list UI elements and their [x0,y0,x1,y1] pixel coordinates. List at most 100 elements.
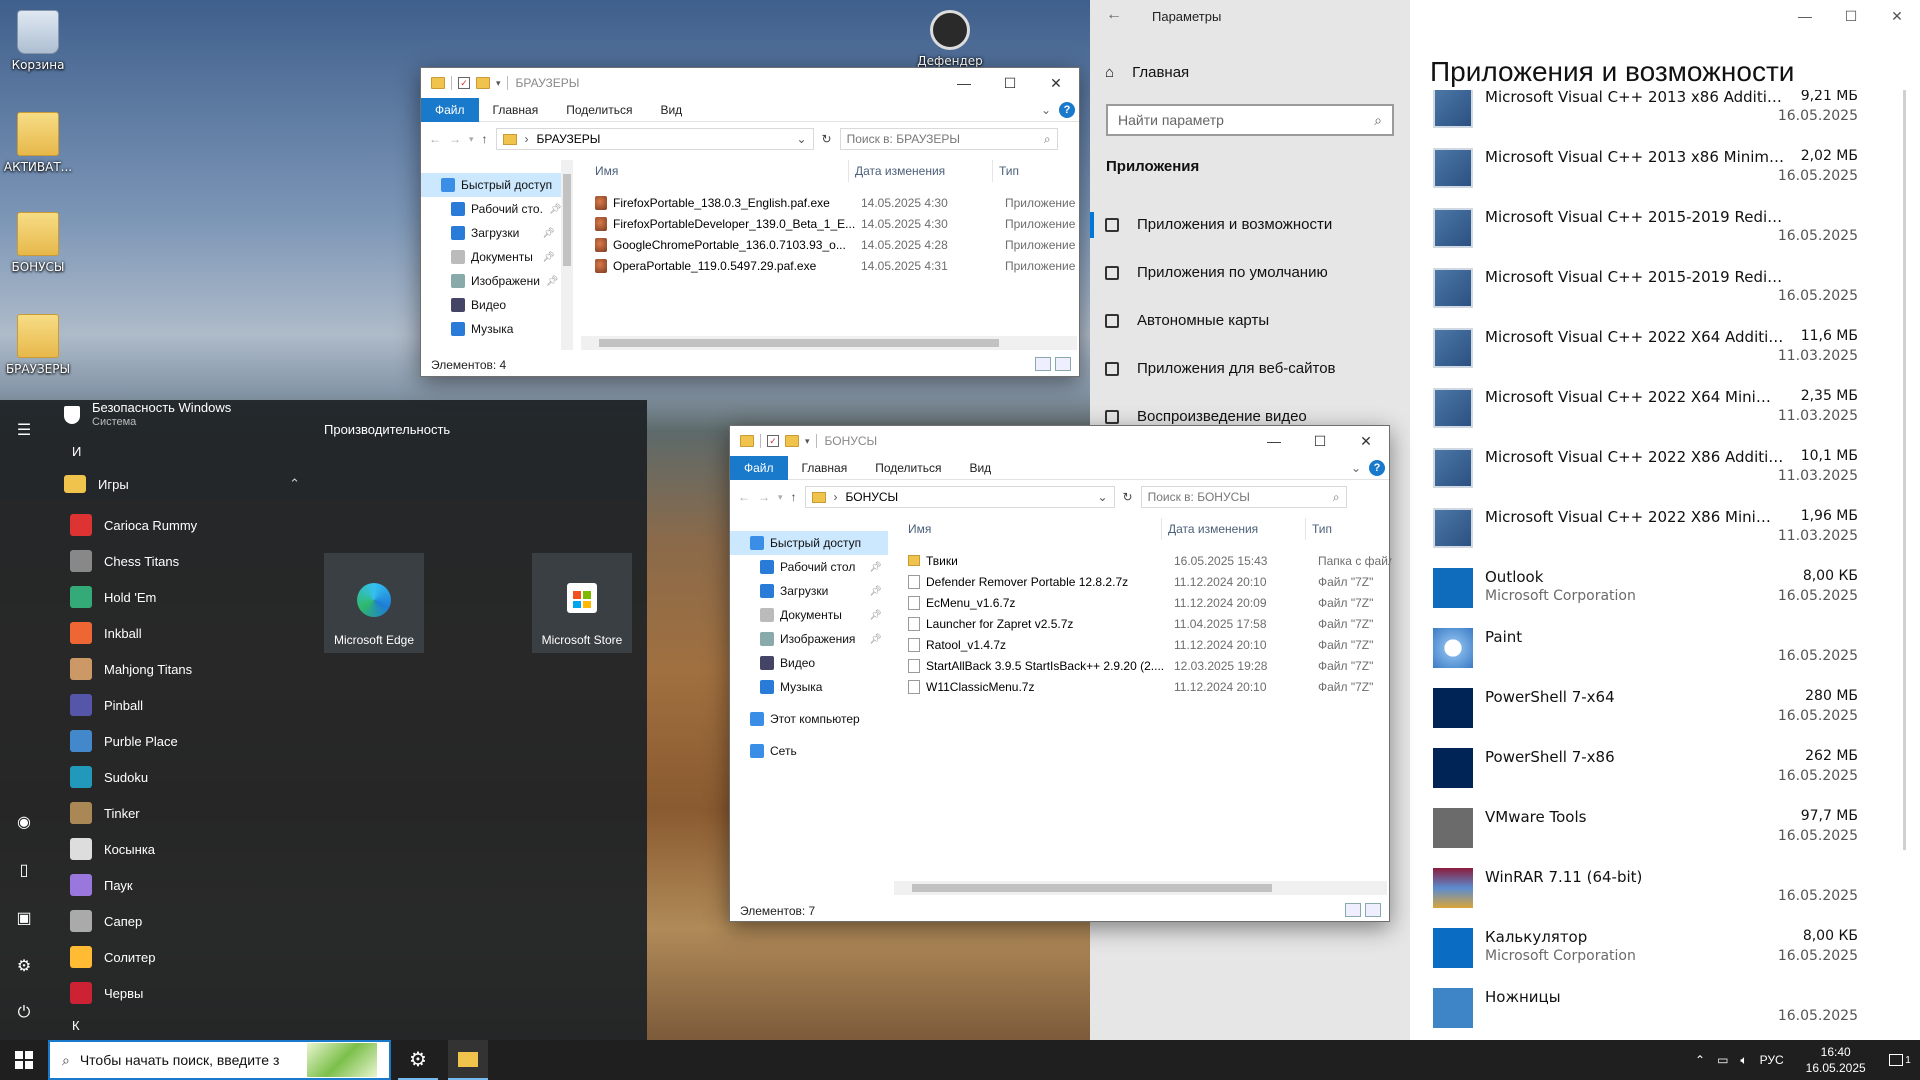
maximize-button[interactable]: ☐ [1297,426,1343,456]
app-size: 280 МБ [1805,688,1858,704]
nav-item[interactable]: Изображения 📌︎ [730,627,888,651]
app-install-date: 16.05.2025 [1777,648,1858,664]
column-name[interactable]: Имя [902,518,1162,540]
paint-icon [1433,628,1473,668]
column-type[interactable]: Тип [1306,518,1386,540]
start-button[interactable] [0,1040,48,1080]
refresh-button[interactable]: ↻ [1123,490,1133,504]
action-center-button[interactable]: 1 [1880,1040,1920,1080]
search-input[interactable]: Поиск в: БОНУСЫ ⌕ [1140,486,1347,508]
app-name: Microsoft Visual C++ 2022 X86 Additional… [1485,448,1785,466]
app-list-item[interactable]: Microsoft Visual C++ 2022 X86 Minimum Ru… [1433,504,1858,564]
minimize-button[interactable]: — [1251,426,1297,456]
nav-item[interactable]: Сеть [730,739,888,763]
chevron-up-icon[interactable]: ⌃ [1695,1053,1705,1067]
file-row[interactable]: Defender Remover Portable 12.8.2.7z 11.12… [908,571,1392,592]
nav-item[interactable]: Этот компьютер [730,707,888,731]
file-type: Файл "7Z" [1318,637,1374,652]
horizontal-scrollbar[interactable] [894,881,1387,895]
language-indicator[interactable]: РУС [1760,1053,1784,1067]
app-install-date: 11.03.2025 [1777,348,1858,364]
recent-locations-icon[interactable]: ▾ [778,492,783,503]
customize-toolbar-icon[interactable]: ▾ [805,436,810,447]
customize-toolbar-icon[interactable]: ▾ [496,78,501,89]
app-list-item[interactable]: Microsoft Visual C++ 2022 X64 Minimum Ru… [1433,384,1858,444]
ribbon-tab-view[interactable]: Вид [955,461,1005,475]
archive-icon [908,616,920,631]
settings-home[interactable]: ⌂ Главная [1105,64,1189,81]
up-button[interactable]: ↑ [791,490,797,504]
back-button[interactable]: ← [738,490,750,504]
nav-item[interactable]: Быстрый доступ [730,531,888,555]
chevron-down-icon[interactable]: ⌄ [1097,490,1107,504]
back-arrow-icon[interactable]: ← [1106,6,1122,24]
app-name: Ножницы [1485,988,1561,1006]
file-row[interactable]: W11ClassicMenu.7z 11.12.2024 20:10 Файл "7… [908,676,1392,697]
app-list-item[interactable]: PowerShell 7-x86 262 МБ 16.05.2025 [1433,744,1858,804]
close-button[interactable]: ✕ [1343,426,1389,456]
app-install-date: 16.05.2025 [1777,768,1858,784]
recycle-bin-icon [17,10,59,54]
app-list-item[interactable]: Microsoft Visual C++ 2015-2019 Redistrib… [1433,204,1858,264]
app-list-item[interactable]: WinRAR 7.11 (64-bit) 16.05.2025 [1433,864,1858,924]
app-list-item[interactable]: Ножницы 16.05.2025 [1433,984,1858,1040]
app-list-item[interactable]: Microsoft Visual C++ 2013 x86 Minimum Ru… [1433,144,1858,204]
nav-item[interactable]: Рабочий стол 📌︎ [730,555,888,579]
ribbon-tab-home[interactable]: Главная [788,461,862,475]
desktop-icon-recycle-bin[interactable]: Корзина [0,10,76,72]
app-size: 2,02 МБ [1800,148,1858,164]
nav-item[interactable]: Загрузки 📌︎ [730,579,888,603]
pin-icon: 📌︎ [869,585,882,597]
app-list-item[interactable]: Paint 16.05.2025 [1433,624,1858,684]
clock[interactable]: 16:40 16.05.2025 [1806,1044,1866,1076]
app-name: Paint [1485,628,1523,646]
file-row[interactable]: EcMenu_v1.6.7z 11.12.2024 20:09 Файл "7Z" [908,592,1392,613]
ribbon-tab-file[interactable]: Файл [730,455,788,480]
forward-button[interactable]: → [758,490,770,504]
app-list-item[interactable]: Microsoft Visual C++ 2022 X64 Additional… [1433,324,1858,384]
details-view-button[interactable] [1345,903,1361,917]
new-folder-icon[interactable] [476,77,490,89]
help-icon[interactable]: ? [1369,459,1385,476]
file-name: EcMenu_v1.6.7z [926,595,1016,610]
properties-icon[interactable]: ✓ [767,435,779,447]
file-row[interactable]: Launcher for Zapret v2.5.7z 11.04.2025 17… [908,613,1392,634]
ribbon-tab-share[interactable]: Поделиться [861,461,955,475]
folder-icon [431,77,445,89]
app-list-item[interactable]: VMware Tools 97,7 МБ 16.05.2025 [1433,804,1858,864]
taskbar-search-box[interactable]: ⌕ Чтобы начать поиск, введите з [48,1040,391,1080]
file-row[interactable]: StartAllBack 3.9.5 StartIsBack++ 2.9.20 … [908,655,1392,676]
desktop-icon-defender[interactable]: Дефендер [912,10,988,68]
app-list-item[interactable]: Калькулятор Microsoft Corporation 8,00 КБ 1… [1433,924,1858,984]
app-list-item[interactable]: Microsoft Visual C++ 2022 X86 Additional… [1433,444,1858,504]
settings-taskbar-button[interactable]: ⚙ [398,1040,438,1080]
file-type: Файл "7Z" [1318,679,1374,694]
new-folder-icon[interactable] [785,435,799,447]
network-icon[interactable]: ▭ [1717,1053,1728,1067]
app-list-item[interactable]: PowerShell 7-x64 280 МБ 16.05.2025 [1433,684,1858,744]
expand-ribbon-icon[interactable]: ⌄ [1351,461,1361,475]
column-date[interactable]: Дата изменения [1162,518,1306,540]
nav-item[interactable]: Видео [730,651,888,675]
file-explorer-taskbar-button[interactable] [448,1040,488,1080]
app-list-item[interactable]: Microsoft Visual C++ 2013 x86 Additional… [1433,90,1858,144]
properties-icon[interactable]: ✓ [458,77,470,89]
maximize-button[interactable]: ☐ [1828,0,1874,25]
minimize-button[interactable]: — [1782,0,1828,25]
large-icons-view-button[interactable] [1365,903,1381,917]
nav-item[interactable]: Музыка [730,675,888,699]
ps-icon [1433,688,1473,728]
file-row[interactable]: Ratool_v1.4.7z 11.12.2024 20:10 Файл "7Z" [908,634,1392,655]
address-path: БОНУСЫ [845,490,899,504]
app-list-item[interactable]: Microsoft Visual C++ 2015-2019 Redistrib… [1433,264,1858,324]
address-bar[interactable]: › БОНУСЫ ⌄ [804,486,1115,508]
file-row[interactable]: Твики 16.05.2025 15:43 Папка с файл [908,550,1392,571]
clock-date: 16.05.2025 [1805,1061,1866,1075]
folder-icon [908,555,920,566]
close-button[interactable]: ✕ [1874,0,1920,25]
app-name: Microsoft Visual C++ 2022 X64 Minimum Ru… [1485,388,1785,406]
app-list-item[interactable]: Outlook Microsoft Corporation 8,00 КБ 16.05… [1433,564,1858,624]
volume-icon[interactable]: 🔈︎ [1740,1053,1747,1068]
nav-item[interactable]: Документы 📌︎ [730,603,888,627]
notification-icon [1889,1054,1904,1066]
